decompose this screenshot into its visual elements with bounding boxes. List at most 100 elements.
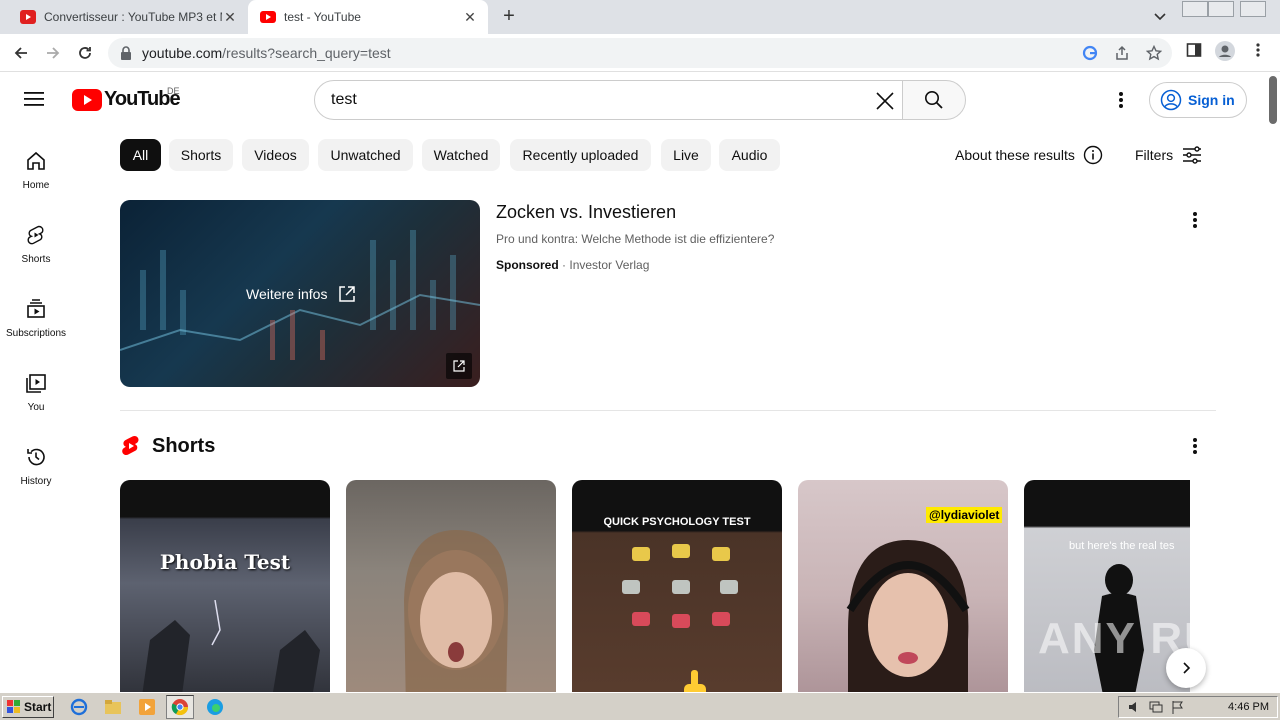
short-card[interactable]: @lydiaviolet bbox=[798, 480, 1008, 692]
chip-watched[interactable]: Watched bbox=[422, 139, 500, 171]
sidebar-item-label: You bbox=[27, 402, 45, 413]
browser-toolbar: youtube.com/results?search_query=test bbox=[0, 34, 1280, 72]
chip-all[interactable]: All bbox=[120, 139, 161, 171]
advertiser-name[interactable]: Investor Verlag bbox=[569, 258, 649, 272]
short-caption: Phobia Test bbox=[159, 550, 291, 574]
close-window-button[interactable] bbox=[1240, 1, 1266, 17]
tab-title: Convertisseur : YouTube MP3 et MP4 bbox=[44, 10, 222, 24]
share-icon[interactable] bbox=[1114, 45, 1130, 61]
short-card[interactable] bbox=[346, 480, 556, 692]
page-scrollbar[interactable] bbox=[1266, 72, 1280, 692]
close-tab-icon[interactable]: ✕ bbox=[222, 9, 238, 25]
clock: 4:46 PM bbox=[1228, 701, 1269, 713]
hamburger-menu-icon[interactable] bbox=[24, 90, 46, 108]
youtube-page: YouTube DE test Sign in Home Shorts Subs… bbox=[0, 72, 1280, 692]
history-icon bbox=[27, 448, 45, 466]
chip-shorts[interactable]: Shorts bbox=[169, 139, 233, 171]
search-button[interactable] bbox=[902, 80, 966, 120]
chrome-menu-icon[interactable] bbox=[1252, 42, 1264, 58]
filters-button[interactable]: Filters bbox=[1135, 145, 1203, 165]
youtube-favicon-icon bbox=[260, 11, 276, 23]
filter-sliders-icon bbox=[1183, 146, 1202, 164]
tab-title: test - YouTube bbox=[284, 10, 361, 24]
tab-youtube[interactable]: test - YouTube ✕ bbox=[248, 0, 488, 34]
shorts-icon bbox=[27, 225, 44, 245]
taskbar: Start 4:46 PM bbox=[0, 692, 1280, 720]
more-info-overlay[interactable]: Weitere infos bbox=[246, 284, 357, 304]
forward-button[interactable] bbox=[42, 42, 64, 64]
minimize-button[interactable] bbox=[1182, 1, 1208, 17]
sign-in-button[interactable]: Sign in bbox=[1149, 82, 1247, 118]
ad-more-icon[interactable] bbox=[1190, 210, 1200, 230]
sidebar-item-home[interactable]: Home bbox=[4, 128, 68, 202]
short-card[interactable]: QUICK PSYCHOLOGY TEST bbox=[572, 480, 782, 692]
start-button[interactable]: Start bbox=[2, 696, 54, 718]
account-icon bbox=[1160, 89, 1182, 111]
windows-logo-icon bbox=[7, 700, 20, 713]
start-label: Start bbox=[24, 700, 52, 714]
youtube-play-icon bbox=[72, 88, 102, 111]
shorts-logo-icon bbox=[122, 436, 139, 455]
new-tab-button[interactable]: + bbox=[498, 6, 520, 27]
info-icon bbox=[1083, 145, 1103, 165]
search-icon bbox=[925, 91, 943, 109]
close-tab-icon[interactable]: ✕ bbox=[462, 9, 478, 25]
ad-title[interactable]: Zocken vs. Investieren bbox=[496, 202, 676, 223]
person-with-headphones-image bbox=[846, 540, 970, 692]
chip-unwatched[interactable]: Unwatched bbox=[318, 139, 413, 171]
short-caption: but here's the real tes bbox=[1069, 540, 1175, 552]
search-input[interactable]: test bbox=[314, 80, 903, 120]
youtube-logo[interactable]: YouTube DE bbox=[72, 86, 181, 111]
sidebar-item-label: Home bbox=[22, 180, 50, 191]
section-divider bbox=[120, 410, 1216, 411]
about-results-button[interactable]: About these results bbox=[955, 145, 1103, 165]
chip-videos[interactable]: Videos bbox=[242, 139, 309, 171]
shorts-next-button[interactable] bbox=[1166, 648, 1206, 688]
side-panel-icon[interactable] bbox=[1186, 42, 1202, 58]
lock-icon bbox=[121, 46, 131, 60]
anyrun-watermark: ANY RUN bbox=[1038, 614, 1252, 663]
subscriptions-icon bbox=[27, 299, 45, 318]
chevron-right-icon bbox=[1183, 662, 1191, 674]
you-icon bbox=[26, 374, 46, 393]
volume-icon[interactable] bbox=[1127, 700, 1141, 714]
sidebar-item-label: History bbox=[20, 476, 52, 487]
flag-icon[interactable] bbox=[1171, 700, 1185, 714]
chrome-icon bbox=[171, 699, 189, 716]
profile-icon[interactable] bbox=[1214, 40, 1236, 62]
network-icon[interactable] bbox=[1149, 700, 1163, 714]
address-bar[interactable]: youtube.com/results?search_query=test bbox=[108, 38, 1172, 68]
open-link-button[interactable] bbox=[446, 353, 472, 379]
bookmark-star-icon[interactable] bbox=[1146, 45, 1162, 61]
media-player-icon[interactable] bbox=[138, 698, 156, 716]
edge-icon[interactable] bbox=[206, 698, 224, 716]
reload-button[interactable] bbox=[74, 42, 96, 64]
maximize-button[interactable] bbox=[1208, 1, 1234, 17]
chip-audio[interactable]: Audio bbox=[719, 139, 780, 171]
search-query-text: test bbox=[331, 91, 357, 108]
clear-search-icon[interactable] bbox=[874, 90, 896, 112]
internet-explorer-icon[interactable] bbox=[70, 698, 88, 716]
google-icon[interactable] bbox=[1082, 45, 1098, 61]
chip-recently-uploaded[interactable]: Recently uploaded bbox=[510, 139, 651, 171]
sidebar-item-subscriptions[interactable]: Subscriptions bbox=[4, 276, 68, 350]
horse-sculpture-image bbox=[142, 600, 320, 692]
sponsored-label: Sponsored bbox=[496, 258, 559, 272]
scrollbar-thumb[interactable] bbox=[1269, 76, 1277, 124]
chrome-taskbar-button[interactable] bbox=[166, 695, 194, 719]
chevron-down-icon[interactable] bbox=[1152, 8, 1168, 24]
sidebar-item-label: Subscriptions bbox=[5, 328, 67, 339]
sidebar-item-you[interactable]: You bbox=[4, 350, 68, 424]
sidebar-item-history[interactable]: History bbox=[4, 424, 68, 498]
chip-live[interactable]: Live bbox=[661, 139, 711, 171]
system-tray: 4:46 PM bbox=[1118, 696, 1278, 718]
back-button[interactable] bbox=[10, 42, 32, 64]
ad-thumbnail[interactable]: Weitere infos bbox=[120, 200, 480, 387]
shorts-shelf-header: Shorts bbox=[120, 434, 215, 458]
settings-more-icon[interactable] bbox=[1116, 90, 1126, 110]
shorts-more-icon[interactable] bbox=[1190, 436, 1200, 456]
sidebar-item-shorts[interactable]: Shorts bbox=[4, 202, 68, 276]
short-card[interactable]: Phobia Test bbox=[120, 480, 330, 692]
tab-converter[interactable]: Convertisseur : YouTube MP3 et MP4 ✕ bbox=[8, 0, 248, 34]
file-explorer-icon[interactable] bbox=[104, 698, 122, 716]
